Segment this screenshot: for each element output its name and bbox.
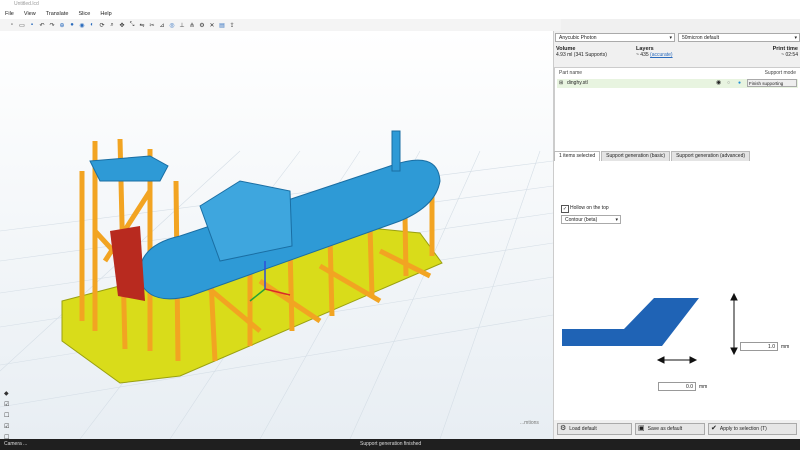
volume-value: 4.93 ml (341 Supports) [556,52,607,58]
view-top-icon[interactable]: ◉ [78,21,86,29]
color-dot-icon[interactable]: ● [738,79,741,88]
print-time-stat: Print time ~ 02:54 [773,46,798,58]
redo-icon[interactable]: ↷ [48,21,56,29]
hollow-icon[interactable]: ◎ [168,21,176,29]
window-title: Untitled.lcd [14,1,39,7]
layers-value: ~ 435 [636,52,649,58]
camera-icon[interactable]: ◆ [4,391,11,398]
save-icon: ▣ [638,425,645,432]
undo-icon[interactable]: ↶ [38,21,46,29]
support-mode-header: Support mode [764,70,796,76]
new-icon[interactable]: ▫ [8,21,16,29]
expand-icon[interactable]: ⊞ [559,79,563,88]
viewport-side-toolbar: ◆ ☑ ☐ ☑ ☐ [4,391,18,439]
cut-icon[interactable]: ✂ [148,21,156,29]
camera-readout: Camera ... [4,441,28,447]
profile-value: 50micron default [682,35,719,41]
support-profile-diagram [562,292,738,364]
support-toggle-icon[interactable]: ☑ [4,424,11,431]
tab-selected-items[interactable]: 1 items selected [554,151,601,161]
scene-canvas [0,130,553,439]
height-arrow-icon [730,292,738,356]
part-row[interactable]: ⊞ dinghy.stl ◉ ○ ● Finish supporting [557,79,798,88]
status-message: Support generation finished [360,441,422,447]
infill-value: Contour (beta) [565,217,598,223]
height-value: 1.0 [768,344,775,350]
part-name: dinghy.stl [567,80,588,86]
tab-support-advanced[interactable]: Support generation (advanced) [671,151,751,161]
parts-header: Part name Support mode [555,68,800,78]
print-time-value: ~ 02:54 [781,52,798,58]
viewport-watermark: ...mtions [520,420,539,426]
support-mode-select[interactable]: Finish supporting [747,79,797,87]
apply-selection-label: Apply to selection (T) [719,426,767,432]
layers-stat: Layers ~ 435 (accurate) [636,46,673,58]
visibility-eye-icon[interactable]: ◉ [716,79,721,88]
tab-support-basic[interactable]: Support generation (basic) [601,151,671,161]
menu-file[interactable]: File [0,10,19,19]
checkmark-icon: ✔ [711,425,717,432]
profile-shape [562,298,699,346]
save-default-label: Save as default [647,426,683,432]
slice-icon[interactable]: ▤ [218,21,226,29]
menu-help[interactable]: Help [95,10,116,19]
hollow-label: Hollow on the top [570,205,609,211]
hollow-checkbox[interactable]: ✓ [561,205,569,213]
action-buttons: ⚙ Load default ▣ Save as default ✔ Apply to… [554,420,800,439]
menu-view[interactable]: View [19,10,41,19]
height-input[interactable]: 1.0 [740,342,778,351]
width-value: 0.0 [686,384,693,390]
menu-translate[interactable]: Translate [41,10,74,19]
status-bar: Camera ... Support generation finished [0,439,800,450]
view-front-icon[interactable]: ● [68,21,76,29]
zoom-icon[interactable]: ⌕ [108,21,116,29]
width-unit: mm [699,384,708,390]
right-panel: Anycubic Photon ▾ 50micron default ▾ Volum… [553,31,800,439]
open-icon[interactable]: ▭ [18,21,26,29]
measure-icon[interactable]: ⊿ [158,21,166,29]
lock-icon[interactable]: ○ [727,79,730,88]
part-name-header: Part name [559,70,583,76]
menu-slice[interactable]: Slice [73,10,95,19]
selected-items-panel: ✓ Hollow on the top Contour (beta) ▾ 1.0 … [554,161,800,421]
save-icon[interactable]: ▪ [28,21,36,29]
rotate-icon[interactable]: ⟳ [98,21,106,29]
infill-select[interactable]: Contour (beta) ▾ [561,215,621,224]
load-default-label: Load default [569,426,597,432]
width-arrow-icon [656,356,698,364]
gear-icon: ⚙ [560,425,567,432]
apply-selection-button[interactable]: ✔ Apply to selection (T) [708,423,797,435]
save-default-button[interactable]: ▣ Save as default [635,423,705,435]
scale-icon[interactable]: ⤡ [128,21,136,29]
view-side-icon[interactable]: ◐ [88,21,96,29]
title-bar: Untitled.lcd [0,0,800,10]
delete-icon[interactable]: ✕ [208,21,216,29]
wireframe-icon[interactable]: ☐ [4,413,11,420]
move-icon[interactable]: ✥ [118,21,126,29]
chevron-down-icon: ▾ [615,217,618,223]
auto-support-icon[interactable]: ⋔ [188,21,196,29]
height-unit: mm [781,344,790,350]
drill-icon[interactable]: ⊥ [178,21,186,29]
export-icon[interactable]: ⇪ [228,21,236,29]
chevron-down-icon: ▾ [669,35,672,41]
dinghy-stern-post [391,130,401,172]
support-icon[interactable]: ⊕ [58,21,66,29]
chevron-down-icon: ▾ [794,35,797,41]
accurate-link[interactable]: (accurate) [650,52,673,58]
dinghy-bow [89,155,169,182]
grid-icon[interactable]: ☑ [4,402,11,409]
machine-select[interactable]: Anycubic Photon ▾ [555,33,675,42]
3d-viewport[interactable]: ...mtions ◆ ☑ ☐ ☑ ☐ [0,31,553,439]
width-input[interactable]: 0.0 [658,382,696,391]
settings-icon[interactable]: ⚙ [198,21,206,29]
load-default-button[interactable]: ⚙ Load default [557,423,632,435]
mirror-icon[interactable]: ⇋ [138,21,146,29]
profile-select[interactable]: 50micron default ▾ [678,33,800,42]
machine-value: Anycubic Photon [559,35,597,41]
volume-stat: Volume 4.93 ml (341 Supports) [556,46,607,58]
menu-bar: File View Translate Slice Help [0,10,800,19]
